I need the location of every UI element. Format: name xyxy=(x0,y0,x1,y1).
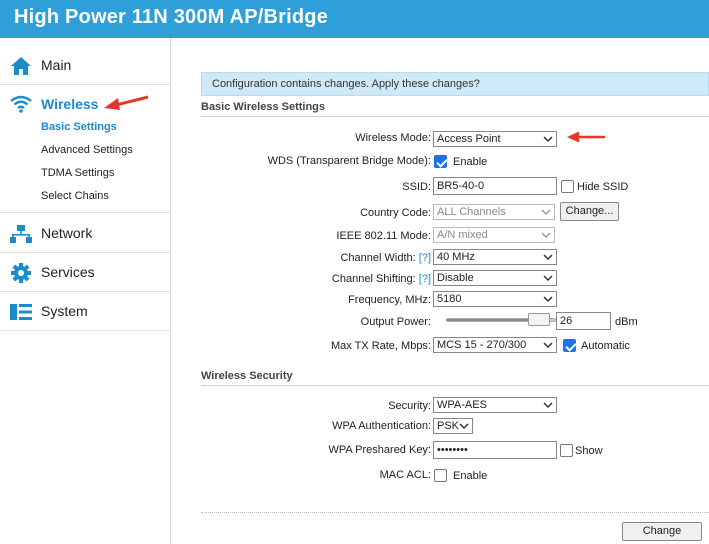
wpa-preshared-key-value: •••••••• xyxy=(437,444,468,456)
sidebar-item-label: Network xyxy=(41,225,93,241)
wpa-authentication-select[interactable]: PSK xyxy=(433,418,473,434)
wds-enable-label: Enable xyxy=(453,156,488,168)
chevron-down-icon xyxy=(541,209,551,216)
security-select[interactable]: WPA-AES xyxy=(433,397,557,413)
app-header: High Power 11N 300M AP/Bridge xyxy=(0,0,709,38)
wds-checkbox[interactable] xyxy=(434,155,447,168)
chevron-down-icon xyxy=(459,423,469,430)
mac-acl-enable-label: Enable xyxy=(453,470,488,482)
app-title: High Power 11N 300M AP/Bridge xyxy=(14,6,329,28)
sidebar-item-label: Services xyxy=(41,264,95,280)
wireless-mode-label: Wireless Mode: xyxy=(355,132,431,144)
frequency-select[interactable]: 5180 xyxy=(433,291,557,307)
chevron-down-icon xyxy=(543,275,553,282)
channel-shifting-select[interactable]: Disable xyxy=(433,270,557,286)
sidebar: Main Wireless Basic Settings Advanced Se… xyxy=(0,38,171,544)
ieee-mode-select[interactable]: A/N mixed xyxy=(433,227,555,243)
country-code-select[interactable]: ALL Channels xyxy=(433,204,555,220)
frequency-label: Frequency, MHz: xyxy=(348,294,431,306)
mac-acl-label: MAC ACL: xyxy=(379,469,431,481)
channel-width-label: Channel Width: [?] xyxy=(340,252,431,264)
sidebar-subitem-select-chains[interactable]: Select Chains xyxy=(41,190,109,202)
channel-shifting-label: Channel Shifting: [?] xyxy=(331,273,431,285)
hide-ssid-label: Hide SSID xyxy=(577,181,629,193)
channel-width-help-link[interactable]: [?] xyxy=(419,252,431,264)
wds-label: WDS (Transparent Bridge Mode): xyxy=(267,155,431,167)
section-basic-wireless: Basic Wireless Settings xyxy=(201,101,709,117)
wireless-mode-value: Access Point xyxy=(437,133,501,145)
apply-changes-notice[interactable]: Configuration contains changes. Apply th… xyxy=(201,72,709,96)
hide-ssid-checkbox[interactable] xyxy=(561,180,574,193)
channel-shifting-value: Disable xyxy=(437,272,474,284)
system-icon xyxy=(10,304,32,320)
wpa-authentication-label: WPA Authentication: xyxy=(332,420,431,432)
chevron-down-icon xyxy=(541,232,551,239)
main-content: Configuration contains changes. Apply th… xyxy=(171,38,709,544)
sidebar-item-system[interactable]: System xyxy=(0,292,171,331)
change-button[interactable]: Change xyxy=(622,522,702,541)
sidebar-item-main[interactable]: Main xyxy=(0,46,171,85)
network-icon xyxy=(10,225,32,243)
show-key-label: Show xyxy=(575,445,603,457)
output-power-label: Output Power: xyxy=(360,316,431,328)
wireless-mode-select[interactable]: Access Point xyxy=(433,131,557,147)
sidebar-item-label: Wireless xyxy=(41,96,99,112)
gear-icon xyxy=(11,263,31,283)
annotation-arrow xyxy=(567,131,605,143)
mac-acl-checkbox[interactable] xyxy=(434,469,447,482)
max-tx-rate-label: Max TX Rate, Mbps: xyxy=(330,340,431,352)
country-code-value: ALL Channels xyxy=(437,206,506,218)
wpa-preshared-key-label: WPA Preshared Key: xyxy=(328,444,431,456)
footer-divider xyxy=(201,512,709,513)
output-power-unit: dBm xyxy=(615,316,638,328)
max-tx-automatic-label: Automatic xyxy=(581,340,630,352)
ssid-input[interactable]: BR5-40-0 xyxy=(433,177,557,195)
annotation-arrow xyxy=(104,95,149,110)
max-tx-rate-select[interactable]: MCS 15 - 270/300 xyxy=(433,337,557,353)
show-key-checkbox[interactable] xyxy=(560,444,573,457)
ssid-value: BR5-40-0 xyxy=(437,180,485,192)
ssid-label: SSID: xyxy=(402,181,431,193)
max-tx-rate-value: MCS 15 - 270/300 xyxy=(437,339,527,351)
channel-width-select[interactable]: 40 MHz xyxy=(433,249,557,265)
chevron-down-icon xyxy=(543,254,553,261)
notice-text: Configuration contains changes. Apply th… xyxy=(212,78,480,90)
security-label: Security: xyxy=(388,400,431,412)
chevron-down-icon xyxy=(543,136,553,143)
output-power-slider-handle[interactable] xyxy=(527,313,550,326)
sidebar-item-label: Main xyxy=(41,57,72,73)
max-tx-automatic-checkbox[interactable] xyxy=(563,339,576,352)
sidebar-item-label: System xyxy=(41,303,88,319)
wifi-icon xyxy=(10,95,32,113)
wpa-authentication-value: PSK xyxy=(437,420,460,432)
home-icon xyxy=(11,57,31,75)
change-country-button[interactable]: Change... xyxy=(560,202,619,221)
country-code-label: Country Code: xyxy=(360,207,431,219)
output-power-input[interactable]: 26 xyxy=(556,312,611,330)
output-power-slider-fill xyxy=(447,319,528,321)
channel-width-value: 40 MHz xyxy=(437,251,475,263)
chevron-down-icon xyxy=(543,342,553,349)
chevron-down-icon xyxy=(543,296,553,303)
security-value: WPA-AES xyxy=(437,399,487,411)
ieee-mode-label: IEEE 802.11 Mode: xyxy=(336,230,431,242)
sidebar-subitem-tdma-settings[interactable]: TDMA Settings xyxy=(41,167,114,179)
frequency-value: 5180 xyxy=(437,293,462,305)
channel-shifting-help-link[interactable]: [?] xyxy=(419,273,431,285)
sidebar-subitem-advanced-settings[interactable]: Advanced Settings xyxy=(41,144,133,156)
sidebar-item-services[interactable]: Services xyxy=(0,253,171,292)
output-power-slider[interactable] xyxy=(446,313,556,326)
output-power-value: 26 xyxy=(560,315,573,327)
sidebar-subitem-basic-settings[interactable]: Basic Settings xyxy=(41,121,117,133)
chevron-down-icon xyxy=(543,402,553,409)
sidebar-item-network[interactable]: Network xyxy=(0,214,171,253)
section-wireless-security: Wireless Security xyxy=(201,370,709,386)
ieee-mode-value: A/N mixed xyxy=(437,229,488,241)
wpa-preshared-key-input[interactable]: •••••••• xyxy=(433,441,557,459)
